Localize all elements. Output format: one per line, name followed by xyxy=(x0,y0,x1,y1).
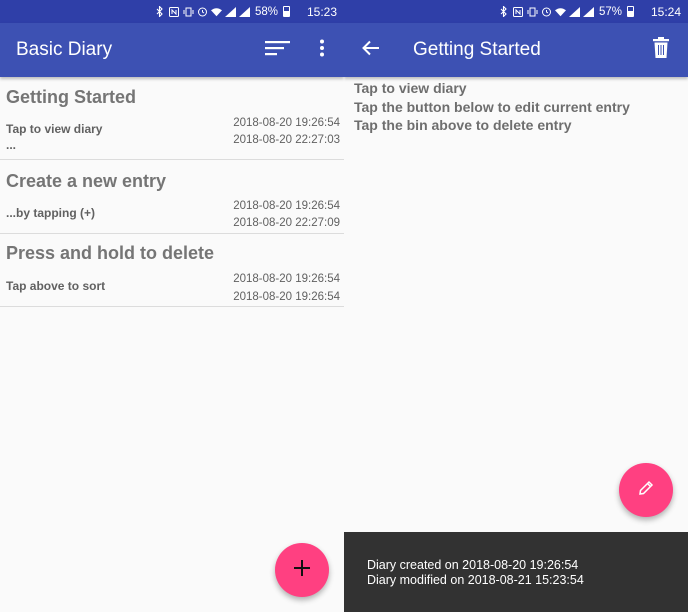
list-item[interactable]: Press and hold to delete Tap above to so… xyxy=(0,234,344,307)
battery-icon xyxy=(626,6,634,17)
list-item[interactable]: Getting Started Tap to view diary ... 20… xyxy=(0,78,344,160)
bluetooth-icon xyxy=(155,6,166,17)
wifi-icon xyxy=(210,6,222,17)
diary-list-screen: 58% 15:23 Basic Diary Getting Started Ta… xyxy=(0,0,344,612)
clock: 15:24 xyxy=(650,4,681,19)
signal-icon xyxy=(224,6,236,17)
status-bar: 58% 15:23 xyxy=(0,0,344,23)
sort-icon xyxy=(265,39,291,62)
alarm-icon xyxy=(197,6,208,17)
trash-icon xyxy=(653,37,669,63)
app-title: Basic Diary xyxy=(16,39,113,60)
entry-modified-date: 2018-08-20 22:27:03 xyxy=(233,134,340,146)
created-info: Diary created on 2018-08-20 19:26:54 xyxy=(367,558,579,572)
entry-preview: Tap to view diary xyxy=(6,122,103,136)
arrow-back-icon xyxy=(362,40,380,61)
battery-icon xyxy=(282,6,290,17)
entry-created-date: 2018-08-20 19:26:54 xyxy=(233,117,340,129)
add-entry-button[interactable] xyxy=(275,543,329,597)
battery-percent: 58% xyxy=(254,5,278,18)
more-vert-icon xyxy=(319,39,325,62)
edit-entry-button[interactable] xyxy=(619,463,673,517)
delete-button[interactable] xyxy=(641,23,681,77)
app-bar: Basic Diary xyxy=(0,23,344,77)
bluetooth-icon xyxy=(499,6,510,17)
content-line: Tap the bin above to delete entry xyxy=(354,117,572,133)
entry-title: Press and hold to delete xyxy=(6,243,215,263)
content-line: Tap to view diary xyxy=(354,80,467,96)
entry-title: Getting Started xyxy=(6,87,137,107)
plus-icon xyxy=(294,559,310,581)
pencil-icon xyxy=(637,479,655,502)
entry-content: Tap to view diary Tap the button below t… xyxy=(354,79,630,135)
app-bar: Getting Started xyxy=(344,23,688,77)
signal-icon-2 xyxy=(238,6,250,17)
entry-preview: ...by tapping (+) xyxy=(6,206,95,220)
modified-info: Diary modified on 2018-08-21 15:23:54 xyxy=(367,573,584,587)
entry-title: Getting Started xyxy=(413,39,541,60)
alarm-icon xyxy=(541,6,552,17)
nfc-icon xyxy=(169,6,180,17)
vibrate-icon xyxy=(183,6,194,17)
entry-modified-date: 2018-08-20 19:26:54 xyxy=(233,291,340,303)
vibrate-icon xyxy=(527,6,538,17)
sort-button[interactable] xyxy=(258,23,298,77)
nfc-icon xyxy=(513,6,524,17)
entry-created-date: 2018-08-20 19:26:54 xyxy=(233,273,340,285)
entry-title: Create a new entry xyxy=(6,171,167,191)
signal-icon-2 xyxy=(582,6,594,17)
signal-icon xyxy=(568,6,580,17)
entry-created-date: 2018-08-20 19:26:54 xyxy=(233,200,340,212)
content-line: Tap the button below to edit current ent… xyxy=(354,98,630,115)
list-item[interactable]: Create a new entry ...by tapping (+) 201… xyxy=(0,160,344,234)
status-bar: 57% 15:24 xyxy=(344,0,688,23)
back-button[interactable] xyxy=(351,23,391,77)
battery-percent: 57% xyxy=(598,5,622,18)
wifi-icon xyxy=(554,6,566,17)
entry-preview-more: ... xyxy=(6,138,17,152)
overflow-menu-button[interactable] xyxy=(302,23,342,77)
clock: 15:23 xyxy=(306,4,337,19)
entry-modified-date: 2018-08-20 22:27:09 xyxy=(233,217,340,229)
entry-preview: Tap above to sort xyxy=(6,279,106,293)
snackbar: Diary created on 2018-08-20 19:26:54 Dia… xyxy=(344,532,688,612)
